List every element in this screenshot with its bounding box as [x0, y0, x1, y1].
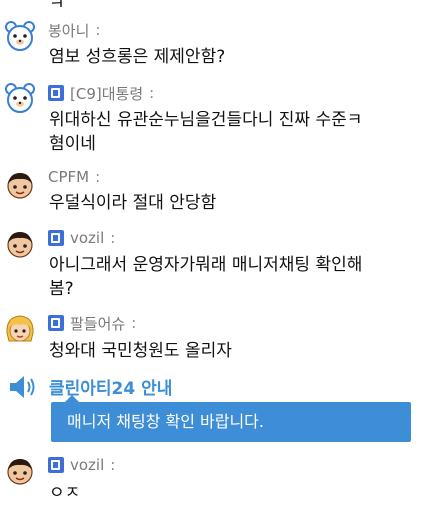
chat-log: ㅋ 봉아니 : 염보 성흐롱은 제제안함? [C9]대통령: 위대하신 유관순… [0, 0, 428, 509]
separator: : [131, 314, 137, 332]
girl-avatar[interactable] [4, 313, 36, 345]
separator: : [95, 21, 101, 39]
chat-message-text: ㅇㅈ [49, 483, 81, 503]
username[interactable]: 팔들어슈 [70, 313, 125, 334]
chat-message-text: 우덜식이라 절대 안당함 [49, 193, 217, 213]
notice-message: 매니저 채팅창 확인 바랍니다. [51, 395, 411, 442]
chat-message-text: ㅋ [49, 0, 65, 14]
separator: : [149, 84, 155, 102]
boy-avatar[interactable] [4, 228, 36, 260]
chat-message-text: 위대하신 유관순누님을건들다니 진짜 수준ㅋ [49, 110, 363, 130]
chat-message-text: 아니그래서 운영자가뭐래 매니저채팅 확인해 [49, 255, 363, 275]
chat-message-text: 염보 성흐롱은 제제안함? [49, 47, 226, 67]
chat-message-text: 봄? [49, 279, 74, 299]
fan-badge-icon [48, 230, 64, 246]
separator: : [95, 168, 101, 186]
username[interactable]: vozil [70, 229, 104, 247]
bear-avatar[interactable] [4, 82, 36, 114]
boy-avatar[interactable] [4, 169, 36, 201]
separator: : [110, 456, 116, 474]
boy-avatar[interactable] [4, 455, 36, 487]
fan-badge-icon [48, 315, 64, 331]
chat-message-text: 청와대 국민청원도 올리자 [49, 341, 232, 361]
username[interactable]: [C9]대통령 [70, 83, 143, 104]
separator: : [110, 229, 116, 247]
fan-badge-icon [48, 85, 64, 101]
username[interactable]: 봉아니 [48, 20, 89, 41]
username[interactable]: vozil [70, 456, 104, 474]
speaker-icon [10, 376, 35, 398]
username[interactable]: CPFM [48, 168, 89, 186]
bear-avatar[interactable] [4, 20, 36, 52]
chat-message-text: 혐이네 [49, 134, 96, 154]
fan-badge-icon [48, 457, 64, 473]
